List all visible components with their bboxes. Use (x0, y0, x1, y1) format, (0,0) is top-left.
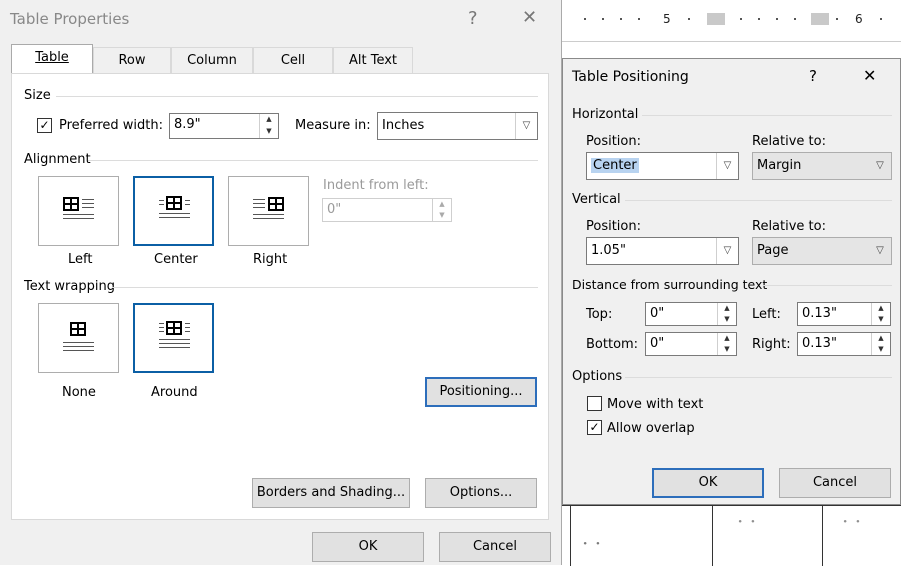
indent-from-left-value: 0" (327, 202, 342, 217)
spin-down-icon[interactable]: ▼ (260, 126, 278, 138)
text-wrapping-label: Text wrapping (24, 279, 115, 294)
allow-overlap-label: Allow overlap (607, 421, 695, 436)
spin-up-icon[interactable]: ▲ (260, 114, 278, 126)
spin-up-icon[interactable]: ▲ (872, 303, 890, 314)
measure-in-label: Measure in: (295, 118, 371, 133)
dialog-title: Table Properties (10, 10, 130, 28)
tab-panel-table (11, 73, 549, 520)
align-right-option[interactable] (228, 176, 309, 246)
wrap-around-option[interactable] (133, 303, 214, 373)
vertical-relative-select[interactable]: Page ▽ (752, 237, 892, 265)
tab-alt-text[interactable]: Alt Text (333, 47, 413, 73)
distance-right-input[interactable]: 0.13" ▲ ▼ (797, 332, 891, 356)
document-table-fragment: · · · · · · (562, 505, 901, 566)
horizontal-position-select[interactable]: Center ▽ (586, 152, 739, 180)
spin-down-icon[interactable]: ▼ (872, 344, 890, 355)
vertical-relative-label: Relative to: (752, 219, 826, 234)
spin-down-icon[interactable]: ▼ (718, 344, 736, 355)
ok-button[interactable]: OK (312, 532, 424, 562)
chevron-down-icon: ▽ (716, 153, 738, 179)
tab-cell[interactable]: Cell (253, 47, 333, 73)
distance-right-value: 0.13" (802, 336, 837, 351)
distance-bottom-label: Bottom: (586, 337, 639, 352)
horizontal-relative-value: Margin (757, 158, 802, 173)
spin-up-icon[interactable]: ▲ (872, 333, 890, 344)
help-button[interactable]: ? (809, 67, 817, 85)
chevron-down-icon: ▽ (876, 245, 884, 256)
distance-top-input[interactable]: 0" ▲ ▼ (645, 302, 737, 326)
move-with-text-checkbox[interactable] (587, 396, 602, 411)
ruler: 5 6 (562, 8, 901, 28)
horizontal-relative-label: Relative to: (752, 134, 826, 149)
positioning-button[interactable]: Positioning... (425, 377, 537, 407)
tab-table[interactable]: Table (11, 44, 93, 74)
ruler-number-5: 5 (663, 12, 671, 26)
help-button[interactable]: ? (468, 8, 478, 29)
distance-bottom-value: 0" (650, 336, 665, 351)
horizontal-position-value: Center (591, 158, 639, 173)
dialog-title: Table Positioning (572, 69, 689, 85)
indent-from-left-label: Indent from left: (323, 178, 429, 193)
align-left-option[interactable] (38, 176, 119, 246)
distance-left-input[interactable]: 0.13" ▲ ▼ (797, 302, 891, 326)
align-center-option[interactable] (133, 176, 214, 246)
tab-column[interactable]: Column (171, 47, 253, 73)
allow-overlap-checkbox[interactable]: ✓ (587, 420, 602, 435)
spin-up-icon[interactable]: ▲ (718, 333, 736, 344)
cancel-button[interactable]: Cancel (439, 532, 551, 562)
cancel-button[interactable]: Cancel (779, 468, 891, 498)
size-label: Size (24, 88, 51, 103)
ruler-number-6: 6 (855, 12, 863, 26)
distance-label: Distance from surrounding text (572, 277, 768, 292)
measure-in-value: Inches (382, 118, 425, 133)
spin-up-icon[interactable]: ▲ (718, 303, 736, 314)
chevron-down-icon: ▽ (876, 160, 884, 171)
wrap-none-label: None (62, 385, 96, 400)
move-with-text-label: Move with text (607, 397, 704, 412)
options-label: Options (572, 369, 623, 384)
measure-in-select[interactable]: Inches ▽ (377, 112, 538, 140)
distance-top-label: Top: (586, 307, 613, 322)
indent-from-left-input: 0" ▲ ▼ (322, 198, 452, 222)
table-properties-dialog: Table Properties ? ✕ Table Row Column Ce… (0, 0, 562, 565)
close-icon[interactable]: ✕ (522, 7, 537, 28)
tab-bar: Table Row Column Cell Alt Text (10, 44, 550, 74)
distance-left-label: Left: (752, 307, 781, 322)
alignment-label: Alignment (24, 152, 91, 167)
preferred-width-label: Preferred width: (59, 118, 164, 133)
chevron-down-icon: ▽ (716, 238, 738, 264)
spin-down-icon[interactable]: ▼ (872, 314, 890, 325)
vertical-label: Vertical (572, 192, 621, 207)
vertical-position-label: Position: (586, 219, 641, 234)
vertical-relative-value: Page (757, 243, 789, 258)
align-left-label: Left (68, 252, 93, 267)
chevron-down-icon: ▽ (515, 113, 537, 139)
table-positioning-dialog: Table Positioning ? ✕ Horizontal Positio… (562, 58, 901, 505)
spin-down-icon[interactable]: ▼ (718, 314, 736, 325)
wrap-around-label: Around (151, 385, 198, 400)
distance-left-value: 0.13" (802, 306, 837, 321)
preferred-width-checkbox[interactable]: ✓ (37, 118, 52, 133)
close-icon[interactable]: ✕ (863, 66, 876, 85)
preferred-width-input[interactable]: 8.9" ▲ ▼ (169, 113, 279, 139)
horizontal-label: Horizontal (572, 107, 639, 122)
horizontal-relative-select[interactable]: Margin ▽ (752, 152, 892, 180)
distance-right-label: Right: (752, 337, 791, 352)
align-center-label: Center (154, 252, 198, 267)
horizontal-position-label: Position: (586, 134, 641, 149)
tab-row[interactable]: Row (93, 47, 171, 73)
ok-button[interactable]: OK (652, 468, 764, 498)
options-button[interactable]: Options... (425, 478, 537, 508)
vertical-position-select[interactable]: 1.05" ▽ (586, 237, 739, 265)
wrap-none-option[interactable] (38, 303, 119, 373)
align-right-label: Right (253, 252, 288, 267)
distance-top-value: 0" (650, 306, 665, 321)
vertical-position-value: 1.05" (591, 243, 626, 258)
borders-and-shading-button[interactable]: Borders and Shading... (252, 478, 410, 508)
preferred-width-value: 8.9" (174, 117, 201, 132)
distance-bottom-input[interactable]: 0" ▲ ▼ (645, 332, 737, 356)
